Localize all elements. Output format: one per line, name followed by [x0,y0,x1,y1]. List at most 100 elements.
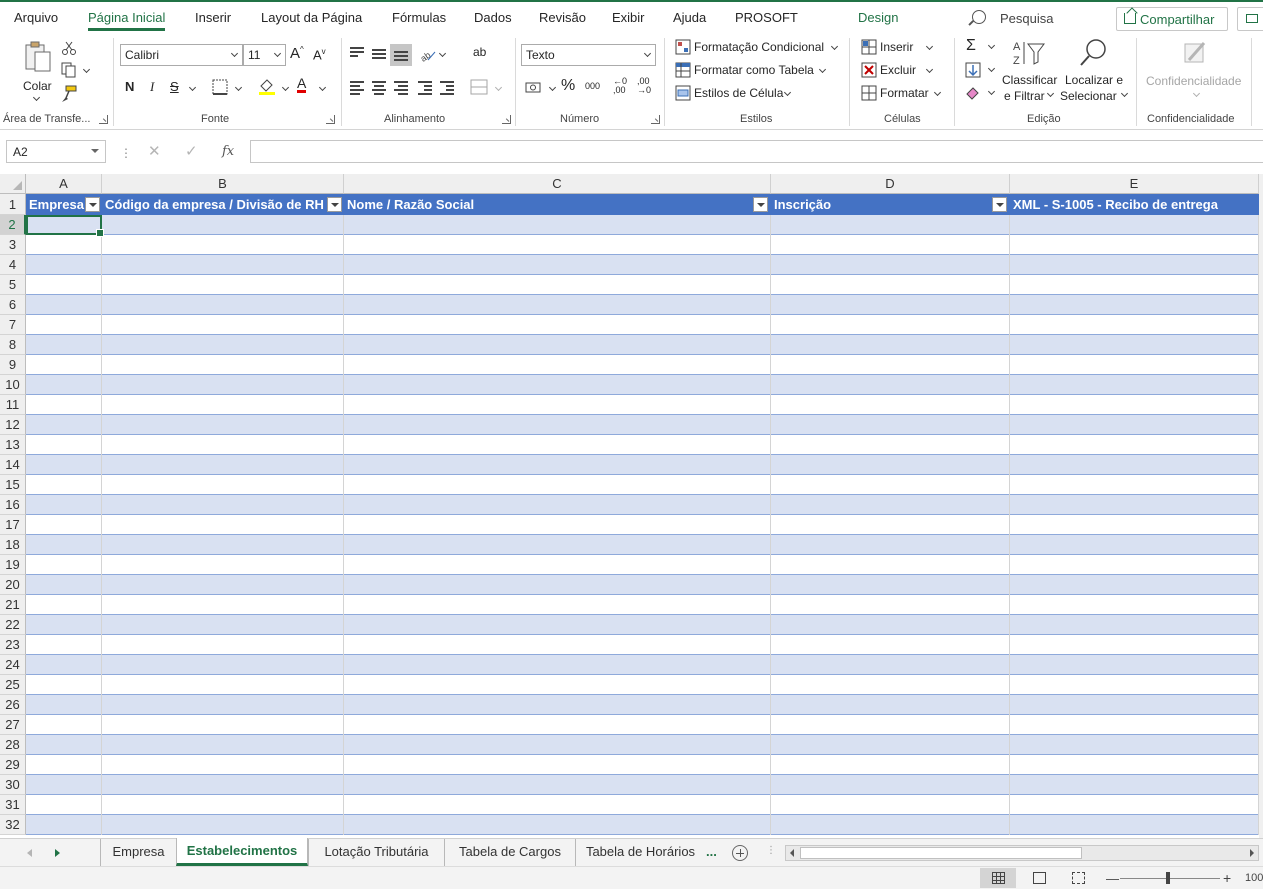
table-cell[interactable] [344,355,771,375]
table-cell[interactable] [344,395,771,415]
fill-color-dropdown-icon[interactable] [281,83,290,92]
zoom-out-button[interactable]: — [1106,871,1119,886]
splitter-handle[interactable]: ⋮ [766,845,776,856]
format-as-table-button[interactable]: Formatar como Tabela [675,61,840,81]
table-cell[interactable] [344,615,771,635]
table-cell[interactable] [344,635,771,655]
tab-exibir[interactable]: Exibir [612,10,645,25]
table-cell[interactable] [1010,695,1259,715]
table-cell[interactable] [344,675,771,695]
table-cell[interactable] [771,435,1010,455]
number-launcher-icon[interactable] [651,115,660,124]
table-cell[interactable] [1010,575,1259,595]
row-header[interactable]: 28 [0,735,26,755]
table-cell[interactable] [771,695,1010,715]
table-cell[interactable] [26,495,102,515]
table-cell[interactable] [1010,415,1259,435]
table-cell[interactable] [102,335,344,355]
table-cell[interactable] [102,615,344,635]
autosum-button[interactable]: Σ [966,37,976,55]
table-cell[interactable] [26,415,102,435]
cut-icon[interactable] [61,40,77,56]
table-header-cell[interactable]: XML - S-1005 - Recibo de entrega [1010,194,1259,215]
confidentiality-button[interactable]: Confidencialidade [1144,38,1244,108]
table-cell[interactable] [344,435,771,455]
table-cell[interactable] [771,495,1010,515]
table-cell[interactable] [102,735,344,755]
previous-sheet-icon[interactable] [27,849,32,857]
table-cell[interactable] [344,735,771,755]
font-size-combo[interactable]: 11 [243,44,286,66]
table-cell[interactable] [1010,295,1259,315]
table-cell[interactable] [771,775,1010,795]
fill-icon[interactable] [965,62,981,78]
row-header[interactable]: 29 [0,755,26,775]
table-cell[interactable] [344,375,771,395]
zoom-slider-thumb[interactable] [1166,872,1170,884]
row-header[interactable]: 1 [0,194,26,215]
table-cell[interactable] [102,415,344,435]
table-cell[interactable] [102,375,344,395]
enter-icon[interactable]: ✓ [185,142,198,160]
name-box[interactable]: A2 [6,140,106,163]
table-header-cell[interactable]: Nome / Razão Social [344,194,771,215]
table-cell[interactable] [102,815,344,835]
table-cell[interactable] [344,775,771,795]
table-cell[interactable] [1010,775,1259,795]
currency-icon[interactable] [525,80,543,96]
decrease-indent-icon[interactable] [418,81,432,97]
table-cell[interactable] [1010,235,1259,255]
table-cell[interactable] [771,515,1010,535]
sheet-tab-estabelecimentos[interactable]: Estabelecimentos [176,838,308,866]
table-cell[interactable] [771,355,1010,375]
table-cell[interactable] [1010,555,1259,575]
table-cell[interactable] [26,435,102,455]
table-cell[interactable] [1010,715,1259,735]
table-cell[interactable] [102,575,344,595]
row-header[interactable]: 2 [0,215,26,235]
row-header[interactable]: 16 [0,495,26,515]
cancel-icon[interactable]: ✕ [148,142,161,160]
tab-prosoft[interactable]: PROSOFT [735,10,798,25]
table-cell[interactable] [26,455,102,475]
table-cell[interactable] [102,495,344,515]
align-bottom-button[interactable] [390,44,412,66]
percent-button[interactable]: % [561,77,575,95]
tab-arquivo[interactable]: Arquivo [14,10,58,25]
table-cell[interactable] [771,395,1010,415]
fill-color-icon[interactable] [258,77,276,95]
table-cell[interactable] [102,715,344,735]
table-cell[interactable] [771,635,1010,655]
table-cell[interactable] [102,655,344,675]
table-cell[interactable] [771,315,1010,335]
page-layout-view-button[interactable] [1021,868,1057,888]
table-cell[interactable] [344,715,771,735]
table-cell[interactable] [344,595,771,615]
strike-button[interactable]: S [170,79,179,94]
increase-indent-icon[interactable] [440,81,454,97]
scroll-right-icon[interactable] [1250,849,1254,857]
row-header[interactable]: 5 [0,275,26,295]
table-cell[interactable] [102,555,344,575]
column-header-e[interactable]: E [1010,174,1259,194]
vertical-scrollbar[interactable] [1259,174,1263,838]
font-name-combo[interactable]: Calibri [120,44,243,66]
currency-dropdown-icon[interactable] [548,83,557,92]
table-cell[interactable] [771,575,1010,595]
table-cell[interactable] [102,235,344,255]
font-launcher-icon[interactable] [326,115,335,124]
add-sheet-icon[interactable] [732,845,748,861]
scrollbar-thumb[interactable] [800,847,1082,859]
table-cell[interactable] [26,575,102,595]
table-cell[interactable] [344,815,771,835]
table-cell[interactable] [102,435,344,455]
table-cell[interactable] [1010,315,1259,335]
row-header[interactable]: 14 [0,455,26,475]
table-cell[interactable] [1010,535,1259,555]
table-cell[interactable] [26,215,102,235]
grow-font-button[interactable]: A^ [290,45,304,62]
table-cell[interactable] [1010,615,1259,635]
table-cell[interactable] [102,255,344,275]
comments-button[interactable] [1237,7,1263,31]
table-cell[interactable] [1010,435,1259,455]
